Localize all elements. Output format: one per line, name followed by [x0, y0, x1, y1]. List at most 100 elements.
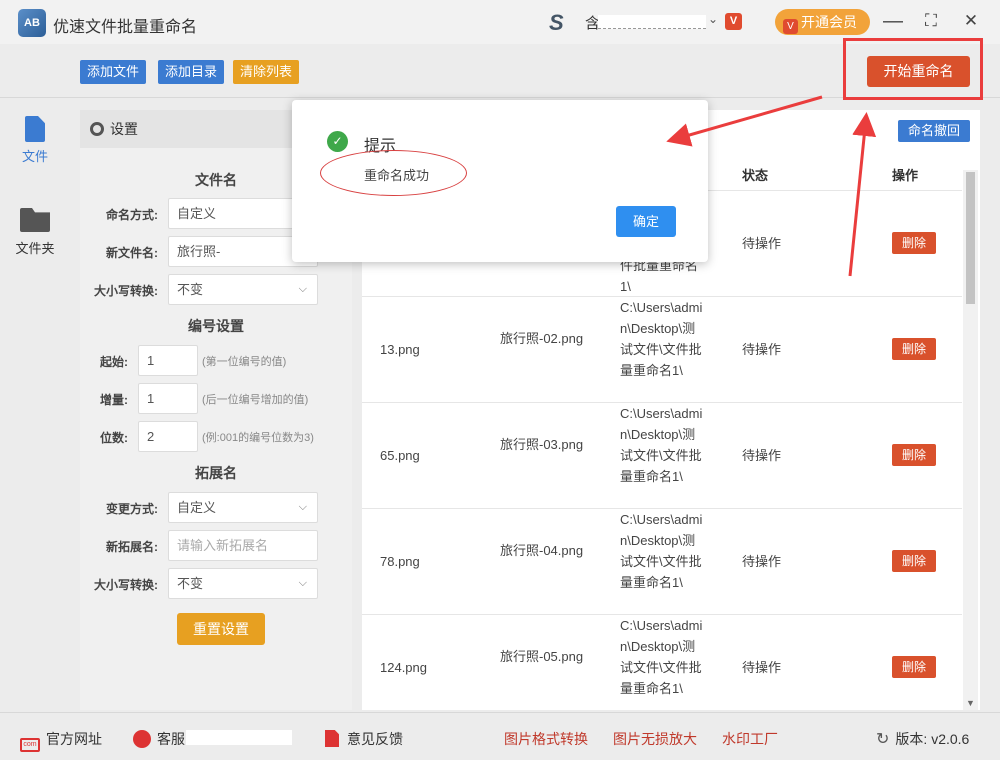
scrollbar-thumb[interactable] [966, 172, 975, 304]
new-extension-input[interactable]: 请输入新拓展名 [168, 530, 318, 561]
increment-label: 增量: [100, 393, 128, 407]
row-new-filename: 旅行照-05.png [500, 649, 584, 664]
row-status: 待操作 [742, 236, 782, 251]
row-filename: 124.png [380, 660, 427, 675]
reset-settings-button[interactable]: 重置设置 [177, 613, 265, 645]
row-status: 待操作 [742, 660, 782, 675]
sidebar-item-folder[interactable]: 文件夹 [0, 208, 70, 257]
clear-list-button[interactable]: 清除列表 [233, 60, 300, 84]
sidebar-item-label: 文件 [21, 149, 48, 164]
user-name-redacted [598, 15, 706, 29]
minimize-button[interactable]: — [880, 9, 906, 35]
table-row: 65.png 旅行照-03.png C:\Users\admin\Desktop… [362, 403, 962, 509]
website-icon: com [20, 738, 40, 752]
watermark-link[interactable]: 水印工厂 [722, 729, 778, 749]
support-icon [133, 730, 151, 748]
chevron-down-icon: ⌵ [298, 501, 307, 513]
add-directory-button[interactable]: 添加目录 [158, 60, 225, 84]
annotation-circle [320, 150, 467, 196]
image-convert-link[interactable]: 图片格式转换 [504, 729, 588, 749]
add-file-button[interactable]: 添加文件 [80, 60, 147, 84]
undo-rename-button[interactable]: 命名撤回 [898, 120, 970, 142]
folder-icon [20, 208, 50, 232]
digits-input[interactable]: 2 [138, 421, 198, 452]
delete-button[interactable]: 删除 [892, 338, 936, 360]
sidebar-item-label: 文件夹 [15, 241, 55, 256]
row-filename: 13.png [380, 342, 420, 357]
case-select[interactable]: 不变 ⌵ [168, 274, 318, 305]
image-enlarge-link[interactable]: 图片无损放大 [613, 729, 697, 749]
start-input[interactable]: 1 [138, 345, 198, 376]
digits-label: 位数: [100, 431, 128, 445]
vip-button[interactable]: V 开通会员 [775, 9, 870, 35]
row-new-filename: 旅行照-03.png [500, 437, 584, 452]
increment-value: 1 [147, 391, 155, 406]
row-filename: 78.png [380, 554, 420, 569]
change-mode-select[interactable]: 自定义 ⌵ [168, 492, 318, 523]
naming-mode-label: 命名方式: [106, 208, 158, 222]
new-extension-placeholder: 请输入新拓展名 [177, 538, 269, 553]
delete-button[interactable]: 删除 [892, 232, 936, 254]
refresh-icon: ↻ [876, 731, 890, 748]
user-dropdown-icon[interactable]: ⌄ [708, 12, 718, 26]
table-row: 124.png 旅行照-05.png C:\Users\admin\Deskto… [362, 615, 962, 710]
feedback-link[interactable]: 意见反馈 [325, 729, 403, 749]
table-row: 13.png 旅行照-02.png C:\Users\admin\Desktop… [362, 297, 962, 403]
column-status: 状态 [742, 168, 769, 183]
delete-button[interactable]: 删除 [892, 656, 936, 678]
version-value: v2.0.6 [931, 731, 970, 747]
support-link[interactable]: 客服 [133, 729, 185, 749]
gear-icon [90, 122, 104, 136]
column-action: 操作 [892, 168, 919, 183]
delete-button[interactable]: 删除 [892, 550, 936, 572]
feedback-icon [325, 730, 339, 747]
extension-case-label: 大小写转换: [94, 578, 158, 592]
row-new-filename: 旅行照-04.png [500, 543, 584, 558]
case-label: 大小写转换: [94, 284, 158, 298]
digits-value: 2 [147, 429, 155, 444]
app-title: 优速文件批量重命名 [53, 19, 198, 36]
case-value: 不变 [177, 282, 204, 297]
support-contact-redacted [186, 730, 292, 745]
scroll-down-icon[interactable]: ▼ [966, 698, 975, 708]
website-label: 官方网址 [46, 731, 102, 747]
footer: com 官方网址 客服 意见反馈 图片格式转换 图片无损放大 水印工厂 ↻ 版本: … [0, 712, 1000, 760]
delete-button[interactable]: 删除 [892, 444, 936, 466]
change-mode-value: 自定义 [177, 500, 217, 515]
row-path: C:\Users\admin\Desktop\测试文件\文件批量重命名1\ [620, 618, 703, 696]
new-name-value: 旅行照- [177, 244, 221, 259]
version-info: ↻ 版本: v2.0.6 [876, 729, 969, 749]
vertical-scrollbar[interactable]: ▼ [963, 170, 978, 710]
support-label: 客服 [157, 731, 185, 747]
row-status: 待操作 [742, 342, 782, 357]
website-link[interactable]: com 官方网址 [20, 729, 102, 752]
vip-badge-icon: V [725, 13, 742, 30]
app-logo-icon: AB [18, 9, 46, 37]
row-path: C:\Users\admin\Desktop\测试文件\文件批量重命名1\ [620, 300, 703, 378]
close-button[interactable]: ✕ [958, 9, 984, 35]
increment-hint: (后一位编号增加的值) [202, 394, 309, 406]
vip-label: 开通会员 [801, 14, 857, 30]
new-name-label: 新文件名: [106, 246, 158, 260]
number-section-title: 编号设置 [188, 318, 244, 334]
success-dialog: ✓ 提示 重命名成功 确定 [292, 100, 708, 262]
row-path: C:\Users\admin\Desktop\测试文件\文件批量重命名1\ [620, 512, 703, 590]
row-filename: 65.png [380, 448, 420, 463]
increment-input[interactable]: 1 [138, 383, 198, 414]
row-new-filename: 旅行照-02.png [500, 331, 584, 346]
maximize-button[interactable]: ⛶ [918, 9, 944, 35]
start-hint: (第一位编号的值) [202, 356, 287, 368]
extension-case-select[interactable]: 不变 ⌵ [168, 568, 318, 599]
sidebar-item-file[interactable]: 文件 [0, 116, 70, 165]
row-status: 待操作 [742, 448, 782, 463]
chevron-down-icon: ⌵ [298, 577, 307, 589]
change-mode-label: 变更方式: [106, 502, 158, 516]
digits-hint: (例:001的编号位数为3) [202, 432, 314, 444]
chevron-down-icon: ⌵ [298, 283, 307, 295]
ok-button[interactable]: 确定 [616, 206, 676, 237]
new-extension-label: 新拓展名: [106, 540, 158, 554]
annotation-highlight-box [843, 38, 983, 100]
table-row: 78.png 旅行照-04.png C:\Users\admin\Desktop… [362, 509, 962, 615]
settings-title: 设置 [110, 121, 138, 137]
start-value: 1 [147, 353, 155, 368]
